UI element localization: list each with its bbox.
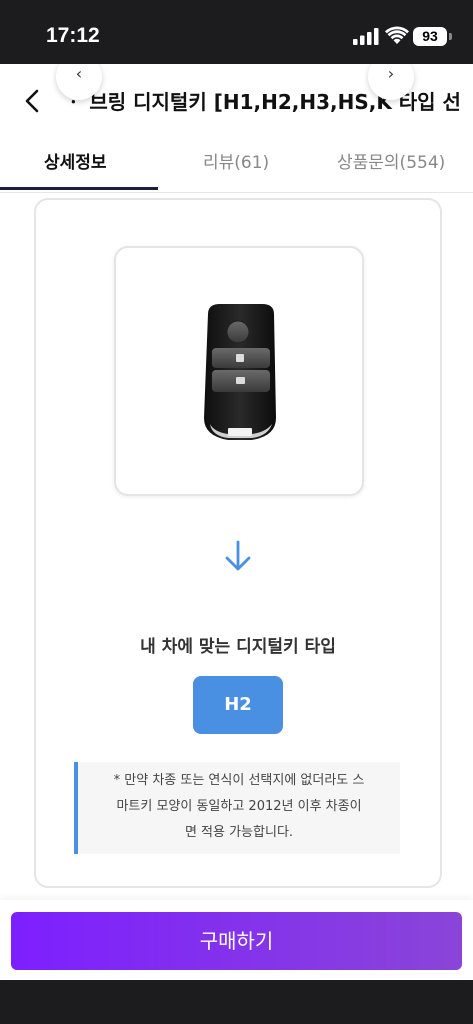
tab-details[interactable]: 상세정보: [44, 148, 107, 173]
bottom-action-bar: 구매하기: [0, 900, 473, 980]
smart-key-image-box: [114, 246, 364, 496]
back-arrow-icon[interactable]: [18, 86, 48, 116]
product-detail-screen: ㆍ 브링 디지털키 [H1,H2,H3,HS,K 타입 선택] ‹ › 상세정보…: [0, 64, 473, 980]
chevron-right-icon: ›: [387, 64, 395, 83]
tab-bar: 상세정보 리뷰(61) 상품문의(554): [0, 136, 473, 193]
arrow-down-icon: [225, 540, 251, 571]
key-type-badge: H2: [193, 676, 283, 734]
active-tab-indicator: [0, 187, 158, 190]
wifi-icon: [385, 26, 409, 44]
home-indicator-area: [0, 980, 473, 1024]
note-line: 마트키 모양이 동일하고 2012년 이후 차종이: [116, 799, 362, 814]
battery-indicator: 93: [413, 27, 447, 46]
chevron-left-icon: ‹: [75, 64, 83, 83]
header: ㆍ 브링 디지털키 [H1,H2,H3,HS,K 타입 선택] ‹ ›: [0, 64, 473, 136]
compatibility-note: * 만약 차종 또는 연식이 선택지에 없더라도 스 마트키 모양이 동일하고 …: [74, 762, 400, 854]
fit-type-title: 내 차에 맞는 디지털키 타입: [140, 637, 336, 657]
status-bar: 17:12 93: [0, 0, 473, 64]
detail-card: 내 차에 맞는 디지털키 타입 H2 * 만약 차종 또는 연식이 선택지에 없…: [34, 198, 442, 888]
battery-tip: [449, 33, 452, 40]
tab-qna[interactable]: 상품문의(554): [337, 148, 445, 173]
buy-button[interactable]: 구매하기: [11, 912, 462, 970]
note-line: * 만약 차종 또는 연식이 선택지에 없더라도 스: [113, 773, 365, 788]
tab-reviews[interactable]: 리뷰(61): [203, 148, 269, 173]
smart-key-image: [204, 304, 276, 440]
status-time: 17:12: [46, 24, 100, 47]
note-line: 면 적용 가능합니다.: [184, 825, 294, 840]
cellular-signal-icon: [353, 28, 379, 45]
